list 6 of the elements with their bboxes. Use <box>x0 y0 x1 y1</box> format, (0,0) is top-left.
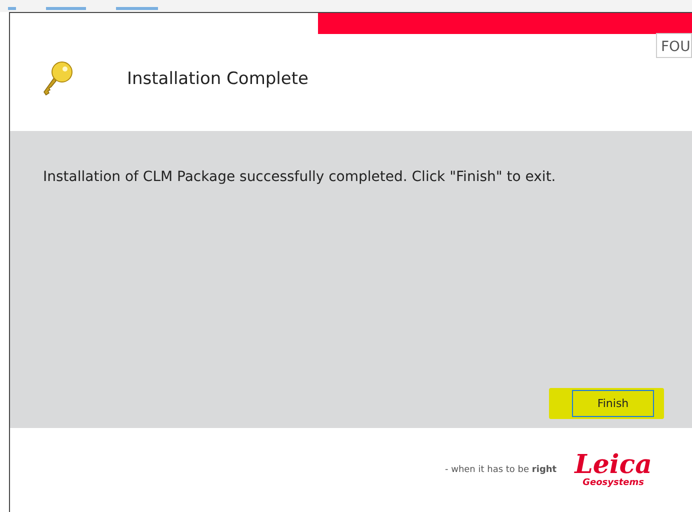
tagline: - when it has to be right <box>444 465 557 475</box>
tooltip: FOU <box>656 33 692 58</box>
dialog-title: Installation Complete <box>127 68 308 88</box>
completion-message: Installation of CLM Package successfully completed. Click "Finish" to exit. <box>43 169 557 185</box>
finish-button[interactable]: Finish <box>572 390 654 417</box>
company-logo: Leica Geosystems <box>574 452 652 488</box>
